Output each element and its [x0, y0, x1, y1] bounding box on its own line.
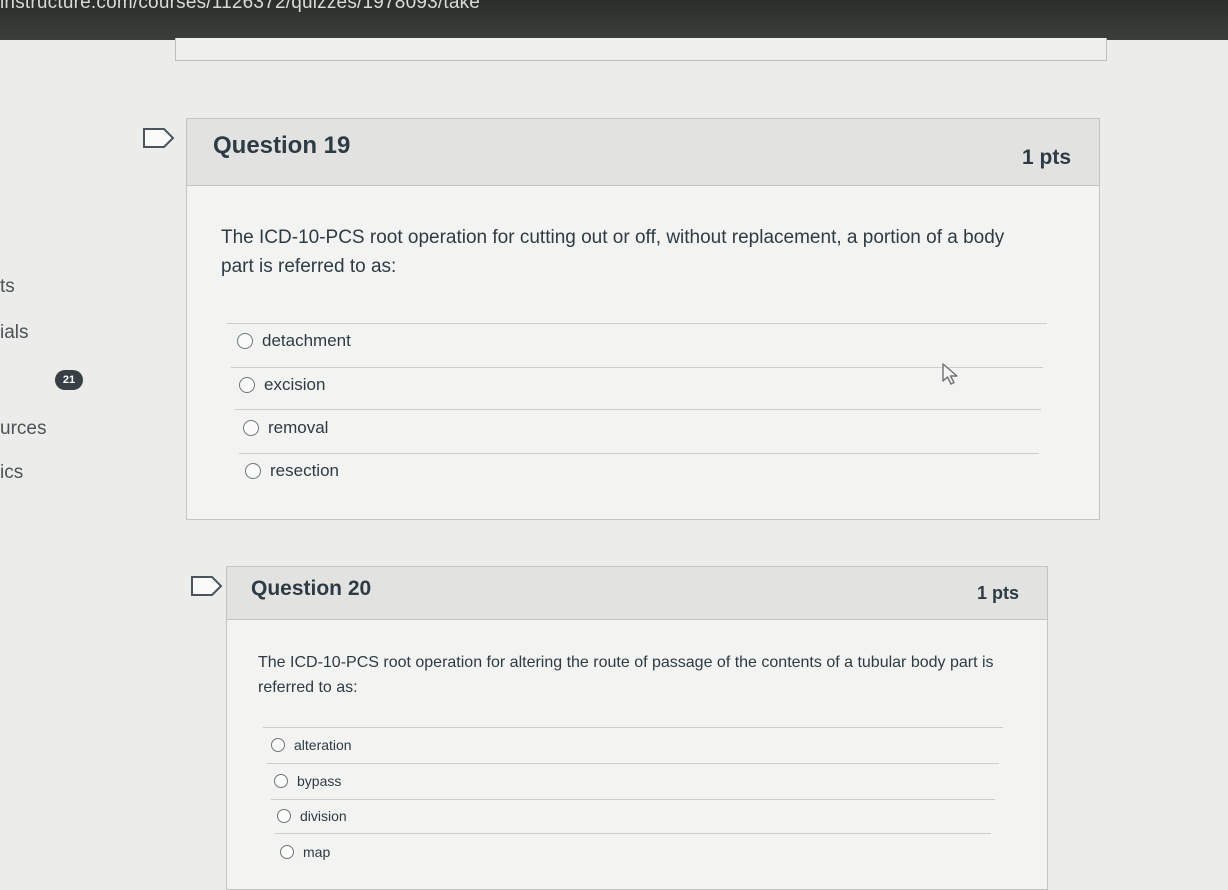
answer-option[interactable]: detachment — [237, 329, 351, 353]
answer-label: resection — [270, 461, 339, 480]
answer-option[interactable]: excision — [239, 373, 325, 397]
radio-button[interactable] — [277, 809, 291, 823]
flag-question-icon[interactable] — [142, 127, 176, 149]
answer-label: excision — [264, 375, 326, 394]
divider — [239, 453, 1039, 454]
question-header: Question 19 1 pts — [187, 119, 1099, 186]
answer-label: map — [303, 844, 331, 860]
divider — [235, 409, 1041, 410]
question-title: Question 20 — [251, 577, 372, 600]
question-20-card: Question 20 1 pts The ICD-10-PCS root op… — [226, 566, 1048, 890]
question-header: Question 20 1 pts — [227, 567, 1047, 620]
question-points: 1 pts — [976, 583, 1019, 603]
divider — [267, 763, 999, 764]
answer-label: bypass — [297, 773, 342, 789]
answer-option[interactable]: bypass — [274, 770, 341, 792]
answer-label: removal — [268, 418, 329, 437]
unread-count-badge: 21 — [55, 370, 83, 390]
radio-button[interactable] — [245, 463, 261, 479]
answer-option[interactable]: alteration — [271, 734, 352, 756]
answer-option[interactable]: removal — [243, 416, 328, 440]
course-nav-item[interactable]: ics — [0, 462, 23, 484]
answer-label: division — [300, 808, 347, 824]
radio-button[interactable] — [239, 377, 255, 393]
mouse-cursor-icon — [942, 363, 958, 385]
browser-address-bar[interactable]: instructure.com/courses/1126372/quizzes/… — [0, 0, 1228, 40]
course-nav-item[interactable]: urces — [0, 418, 46, 440]
divider — [275, 833, 991, 834]
answer-option[interactable]: division — [277, 805, 347, 827]
divider — [227, 323, 1047, 324]
divider — [271, 799, 995, 800]
question-points: 1 pts — [1021, 146, 1071, 169]
course-nav-item[interactable]: ts — [0, 276, 15, 298]
question-19-card: Question 19 1 pts The ICD-10-PCS root op… — [186, 118, 1100, 520]
divider — [231, 367, 1043, 368]
question-text: The ICD-10-PCS root operation for alteri… — [258, 654, 994, 696]
answer-option[interactable]: map — [280, 841, 330, 863]
divider — [263, 727, 1003, 728]
flag-question-icon[interactable] — [190, 575, 224, 597]
answer-label: detachment — [262, 331, 351, 350]
question-title: Question 19 — [213, 132, 351, 159]
radio-button[interactable] — [271, 738, 285, 752]
course-nav-item[interactable]: ials — [0, 322, 29, 344]
radio-button[interactable] — [237, 333, 253, 349]
radio-button[interactable] — [243, 420, 259, 436]
question-text: The ICD-10-PCS root operation for cuttin… — [221, 227, 1005, 278]
answer-option[interactable]: resection — [245, 459, 339, 483]
radio-button[interactable] — [274, 774, 288, 788]
previous-question-panel — [175, 38, 1107, 61]
answer-label: alteration — [294, 737, 352, 753]
radio-button[interactable] — [280, 845, 294, 859]
url-text: instructure.com/courses/1126372/quizzes/… — [0, 0, 481, 13]
